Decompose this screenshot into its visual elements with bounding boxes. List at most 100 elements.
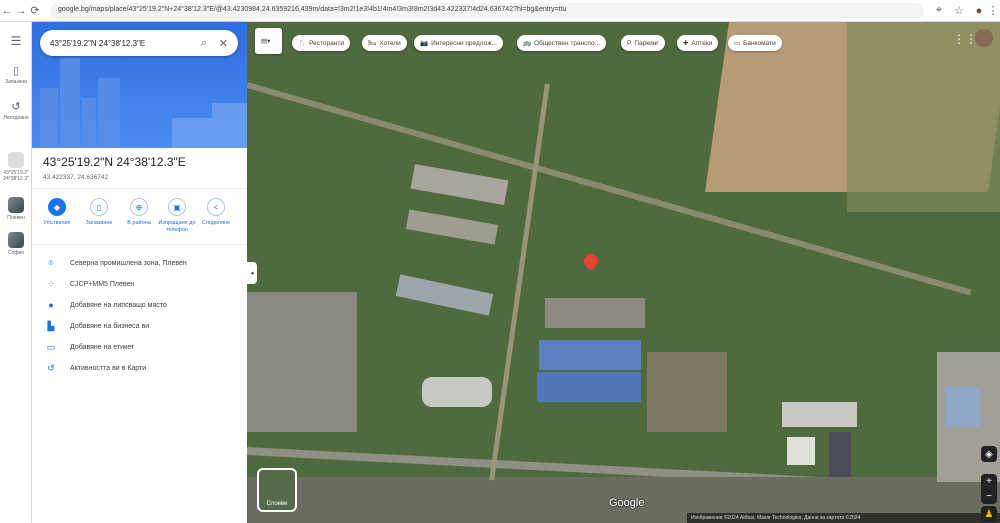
parking-icon: P [627, 39, 632, 47]
save-button[interactable]: ▯ Запазване [80, 198, 118, 227]
hotel-icon: 🛏 [368, 40, 377, 47]
directions-button[interactable]: ◆ Упътвания [38, 198, 76, 227]
orchard [847, 22, 1000, 212]
map-attribution: Изображения ©2024 Airbus, Maxar Technolo… [687, 513, 1000, 523]
nearby-button[interactable]: ⊕ В района [120, 198, 158, 227]
collapse-panel-button[interactable]: ◂ [247, 262, 257, 284]
chip-atms[interactable]: ▭ Банкомати [728, 35, 782, 51]
share-icon: < [207, 198, 225, 216]
layers-dropdown[interactable]: ▤▾ [255, 28, 282, 54]
chip-hotels[interactable]: 🛏 Хотели [362, 35, 407, 51]
chip-label: Хотели [379, 39, 401, 47]
send-to-phone-button[interactable]: ▣ Изпращане до телефон [158, 198, 196, 234]
industrial-area [647, 352, 727, 432]
close-icon[interactable]: ✕ [219, 37, 228, 50]
profile-avatar[interactable]: ● [972, 5, 986, 17]
google-logo: Google [609, 497, 645, 509]
star-icon[interactable]: ☆ [952, 4, 966, 17]
layers-button[interactable]: Слоеве [257, 468, 297, 512]
building [945, 387, 980, 427]
chip-attractions[interactable]: 📷 Интересни предлож... [414, 35, 503, 51]
back-button[interactable]: ← [0, 5, 14, 17]
action-label: Запазване [85, 220, 113, 226]
rail-recent-place[interactable]: 43°25'19.2" 24°38'12.3" [0, 152, 32, 182]
detail-label: Добавяне на бизнеса ви [70, 323, 150, 330]
chip-label: Ресторанти [309, 39, 344, 47]
chip-label: Паркинг [634, 39, 659, 47]
add-place-icon: ● [48, 300, 54, 310]
detail-label: Северна промишлена зона, Плевен [70, 260, 187, 267]
building [829, 432, 851, 477]
layers-label: Слоеве [266, 501, 288, 507]
place-title: 43°25'19.2"N 24°38'12.3"E [43, 155, 186, 169]
search-input[interactable]: 43°25'19.2"N 24°38'12.3"E [50, 39, 189, 48]
directions-icon: ◆ [48, 198, 66, 216]
atm-icon: ▭ [734, 40, 741, 47]
detail-maps-activity[interactable]: ↺ Активността ви в Карти [44, 363, 146, 374]
chip-label: Аптеки [691, 39, 713, 47]
zoom-in-button[interactable]: + [981, 474, 997, 489]
building [410, 163, 509, 206]
action-label: Упътвания [43, 220, 71, 226]
location-pin-marker[interactable] [581, 251, 601, 271]
detail-label: Добавяне на етикет [70, 344, 135, 351]
rail-place-pleven[interactable]: Плевен [0, 197, 32, 221]
detail-add-business[interactable]: ▙ Добавяне на бизнеса ви [44, 321, 150, 332]
pharmacy-icon: ✚ [683, 40, 689, 47]
chip-label: Обществен транспо... [534, 39, 600, 47]
satellite-map[interactable]: ▤▾ 🍴 Ресторанти 🛏 Хотели 📷 Интересни предло… [247, 22, 1000, 523]
bus-icon: 🚌 [523, 40, 532, 47]
apps-grid-icon[interactable]: ⋮⋮ [953, 32, 977, 46]
rail-recent[interactable]: ↺ Неотдавна [0, 100, 32, 121]
detail-label: Активността ви в Карти [70, 365, 147, 372]
zoom-out-button[interactable]: − [981, 489, 997, 504]
hamburger-menu-icon[interactable]: ☰ [0, 34, 32, 48]
tanks [422, 377, 492, 407]
building [782, 402, 857, 427]
place-panel: 43°25'19.2"N 24°38'12.3"E ⌕ ✕ 43°25'19.2… [32, 22, 247, 523]
detail-label: Добавяне на липсващо място [70, 301, 167, 309]
my-location-button[interactable]: ◈ [981, 446, 997, 462]
chip-restaurants[interactable]: 🍴 Ресторанти [292, 35, 350, 51]
chip-label: Интересни предлож... [431, 39, 497, 47]
detail-label: CJCP+MM5 Плевен [70, 281, 135, 288]
side-rail: ☰ ▯ Запазени ↺ Неотдавна 43°25'19.2" 24°38… [0, 22, 32, 523]
divider [32, 244, 247, 245]
account-avatar[interactable] [975, 29, 993, 47]
detail-add-label[interactable]: ▭ Добавяне на етикет [44, 342, 134, 353]
rail-place-sofia[interactable]: София [0, 232, 32, 256]
search-icon[interactable]: ⌕ [201, 37, 207, 50]
reload-button[interactable]: ⟳ [28, 4, 42, 17]
chip-parking[interactable]: P Паркинг [621, 35, 665, 51]
plus-code-icon: ⁘ [47, 279, 55, 289]
history-icon: ↺ [47, 363, 55, 373]
rail-recent-label: Неотдавна [3, 115, 29, 121]
building [787, 437, 815, 465]
rail-saved[interactable]: ▯ Запазени [0, 64, 32, 85]
bookmark-icon: ▯ [12, 65, 20, 77]
detail-plus-code[interactable]: ⁘ CJCP+MM5 Плевен [44, 279, 134, 290]
location-pin-icon: ⌾ [48, 258, 54, 268]
location-icon[interactable]: ⌖ [932, 4, 946, 17]
rail-recent-place-label: 43°25'19.2" 24°38'12.3" [3, 170, 29, 182]
menu-icon[interactable]: ⋮ [986, 4, 1000, 17]
rail-saved-label: Запазени [5, 79, 27, 85]
building [405, 209, 499, 245]
search-box[interactable]: 43°25'19.2"N 24°38'12.3"E ⌕ ✕ [40, 30, 238, 56]
street-view-pegman-icon[interactable]: ♟ [981, 506, 997, 522]
place-thumbnail [8, 152, 24, 168]
share-button[interactable]: < Споделяне [197, 198, 235, 227]
place-decimal-coords: 43.422337, 24.636742 [43, 174, 109, 181]
history-icon: ↺ [11, 101, 21, 113]
action-label: В района [127, 220, 151, 226]
detail-add-missing-place[interactable]: ● Добавяне на липсващо място [44, 300, 167, 310]
nearby-icon: ⊕ [130, 198, 148, 216]
divider [32, 188, 247, 189]
url-bar[interactable]: google.bg/maps/place/43°25'19.2"N+24°38'… [50, 2, 924, 19]
building [395, 274, 494, 316]
place-thumbnail [8, 232, 24, 248]
chip-pharmacies[interactable]: ✚ Аптеки [677, 35, 719, 51]
detail-address[interactable]: ⌾ Северна промишлена зона, Плевен [44, 258, 187, 269]
forward-button[interactable]: → [14, 5, 28, 17]
chip-transit[interactable]: 🚌 Обществен транспо... [517, 35, 606, 51]
